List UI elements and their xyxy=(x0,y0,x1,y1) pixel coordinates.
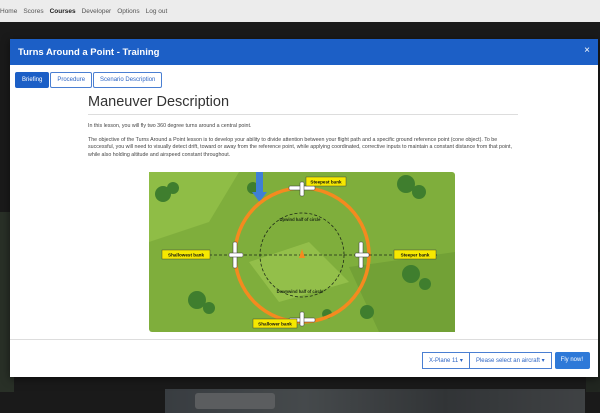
steeper-bank-label: Steeper bank xyxy=(401,253,430,258)
downwind-half-label: Downwind half of circle xyxy=(277,289,324,294)
simulator-dropdown[interactable]: X-Plane 11 ▾ xyxy=(422,352,470,369)
modal-header: Turns Around a Point - Training × xyxy=(10,39,598,65)
wind-arrow-shaft xyxy=(256,172,263,192)
maneuver-diagram: Steepest bank Shallowest bank Steeper ba… xyxy=(149,172,455,332)
section-heading: Maneuver Description xyxy=(88,94,518,115)
tab-procedure[interactable]: Procedure xyxy=(50,72,93,88)
nav-scores[interactable]: Scores xyxy=(23,8,43,15)
shallowest-bank-label: Shallowest bank xyxy=(168,253,204,258)
modal-title: Turns Around a Point - Training xyxy=(18,46,160,58)
nav-home[interactable]: Home xyxy=(0,8,17,15)
nav-courses[interactable]: Courses xyxy=(50,8,76,15)
modal-tabs: Briefing Procedure Scenario Description xyxy=(15,72,163,88)
tab-briefing[interactable]: Briefing xyxy=(15,72,50,88)
nav-logout[interactable]: Log out xyxy=(146,8,168,15)
objective-paragraph: The objective of the Turns Around a Poin… xyxy=(88,136,512,159)
intro-paragraph: In this lesson, you will fly two 360 deg… xyxy=(88,123,252,129)
upwind-half-label: Upwind half of circle xyxy=(280,217,322,222)
nav-options[interactable]: Options xyxy=(117,8,139,15)
shallower-bank-label: Shallower bank xyxy=(258,322,292,327)
training-modal: Turns Around a Point - Training × Briefi… xyxy=(10,39,598,377)
tab-scenario-description[interactable]: Scenario Description xyxy=(93,72,163,88)
fly-now-button[interactable]: Fly now! xyxy=(554,352,590,369)
steepest-bank-label: Steepest bank xyxy=(310,180,342,185)
aircraft-dropdown[interactable]: Please select an aircraft ▾ xyxy=(469,352,552,369)
close-button[interactable]: × xyxy=(584,45,590,56)
footer-divider xyxy=(10,339,598,340)
top-nav: Home Scores Courses Developer Options Lo… xyxy=(0,0,600,22)
briefing-content: Maneuver Description In this lesson, you… xyxy=(88,94,518,166)
nav-developer[interactable]: Developer xyxy=(82,8,112,15)
modal-footer: X-Plane 11 ▾ Please select an aircraft ▾… xyxy=(422,352,590,369)
